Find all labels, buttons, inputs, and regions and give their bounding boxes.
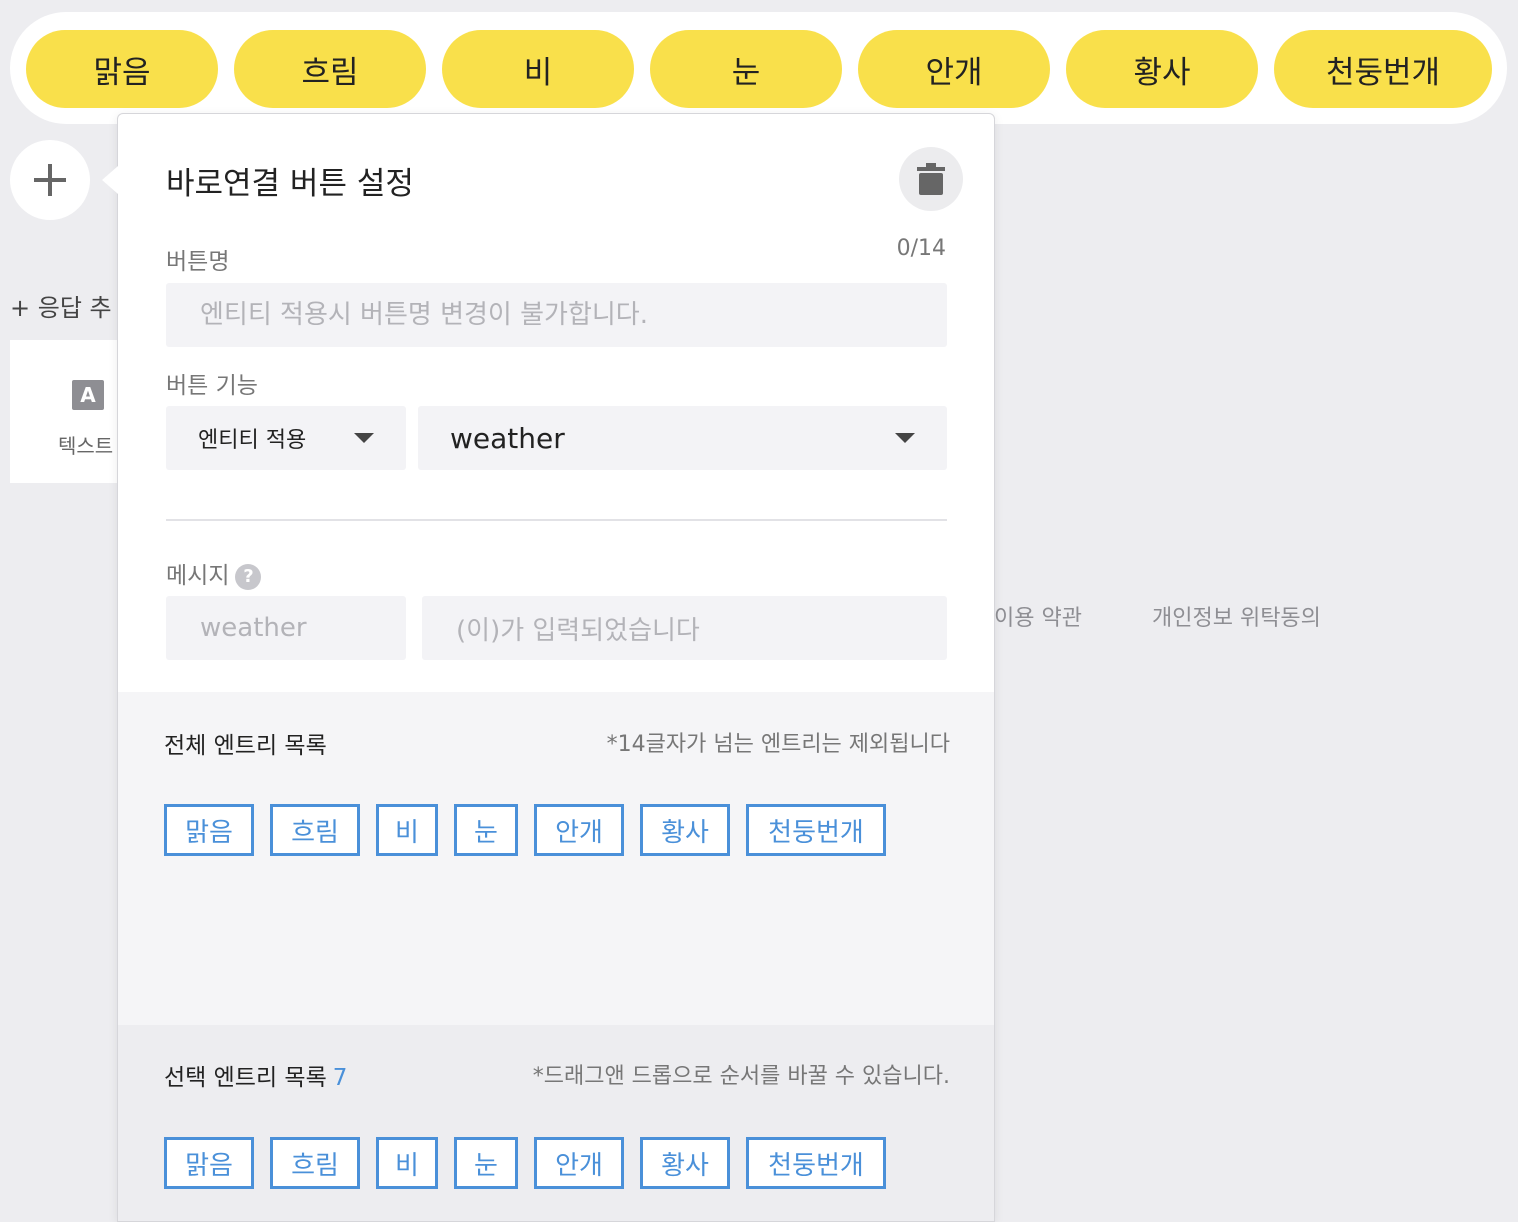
button-name-label: 버튼명: [166, 249, 230, 275]
selected-entry-tag[interactable]: 비: [376, 1137, 438, 1189]
quick-reply-chip[interactable]: 황사: [1066, 30, 1258, 108]
selected-entries-title: 선택 엔트리 목록: [164, 1065, 327, 1091]
entry-tag[interactable]: 맑음: [164, 804, 254, 856]
message-entity-field: weather: [166, 596, 406, 660]
selected-entry-tag[interactable]: 황사: [640, 1137, 730, 1189]
entry-tag[interactable]: 천둥번개: [746, 804, 886, 856]
selected-count: 7: [332, 1065, 348, 1091]
quick-link-settings-popover: 바로연결 버튼 설정 버튼명 0/14 버튼 기능 엔티티 적용 weather…: [117, 113, 995, 1222]
quick-reply-chip[interactable]: 비: [442, 30, 634, 108]
quick-reply-chip[interactable]: 눈: [650, 30, 842, 108]
message-label-row: 메시지?: [166, 556, 262, 590]
entry-tag[interactable]: 흐림: [270, 804, 360, 856]
text-icon: A: [72, 380, 104, 410]
delete-button[interactable]: [899, 147, 963, 211]
terms-link[interactable]: 이용 약관: [994, 600, 1082, 632]
add-quick-reply-button[interactable]: [10, 140, 90, 220]
button-function-label: 버튼 기능: [166, 373, 258, 399]
entry-tag[interactable]: 비: [376, 804, 438, 856]
selected-entry-tag[interactable]: 흐림: [270, 1137, 360, 1189]
entry-tag[interactable]: 눈: [454, 804, 518, 856]
entity-select[interactable]: weather: [418, 406, 947, 470]
selected-entries-section: 선택 엔트리 목록 7 *드래그앤 드롭으로 순서를 바꿀 수 있습니다. 맑음 …: [118, 1025, 994, 1221]
popover-arrow: [102, 166, 118, 194]
message-suffix-field: (이)가 입력되었습니다: [422, 596, 947, 660]
plus-icon: [34, 164, 66, 196]
selected-entry-tag[interactable]: 눈: [454, 1137, 518, 1189]
add-response-link[interactable]: + 응답 추: [10, 288, 112, 323]
button-name-input[interactable]: [166, 283, 947, 347]
message-label: 메시지: [166, 563, 230, 589]
divider: [166, 519, 947, 521]
all-entries-title: 전체 엔트리 목록: [164, 733, 327, 759]
function-type-value: 엔티티 적용: [198, 428, 307, 453]
selected-entry-tag[interactable]: 천둥번개: [746, 1137, 886, 1189]
quick-reply-chip[interactable]: 흐림: [234, 30, 426, 108]
selected-entries-note: *드래그앤 드롭으로 순서를 바꿀 수 있습니다.: [532, 1064, 950, 1089]
entity-value: weather: [450, 421, 565, 455]
all-entries-section: 전체 엔트리 목록 *14글자가 넘는 엔트리는 제외됩니다 맑음 흐림 비 눈…: [118, 692, 994, 1025]
privacy-consent-link[interactable]: 개인정보 위탁동의: [1152, 600, 1321, 632]
chevron-down-icon: [895, 433, 915, 443]
all-entries-note: *14글자가 넘는 엔트리는 제외됩니다: [606, 732, 950, 757]
selected-entry-tag[interactable]: 맑음: [164, 1137, 254, 1189]
entry-tag[interactable]: 안개: [534, 804, 624, 856]
entry-tag[interactable]: 황사: [640, 804, 730, 856]
selected-entries-title-row: 선택 엔트리 목록 7: [164, 1058, 347, 1092]
quick-reply-chip[interactable]: 안개: [858, 30, 1050, 108]
chevron-down-icon: [354, 433, 374, 443]
function-type-select[interactable]: 엔티티 적용: [166, 406, 406, 470]
quick-reply-chip[interactable]: 맑음: [26, 30, 218, 108]
quick-reply-chip[interactable]: 천둥번개: [1274, 30, 1492, 108]
popover-title: 바로연결 버튼 설정: [166, 166, 414, 202]
help-icon[interactable]: ?: [235, 563, 262, 590]
char-counter: 0/14: [896, 236, 946, 261]
text-card-label: 텍스트: [58, 434, 114, 458]
quick-reply-bar: 맑음 흐림 비 눈 안개 황사 천둥번개: [10, 12, 1507, 124]
selected-entry-tag[interactable]: 안개: [534, 1137, 624, 1189]
trash-icon: [917, 163, 945, 195]
